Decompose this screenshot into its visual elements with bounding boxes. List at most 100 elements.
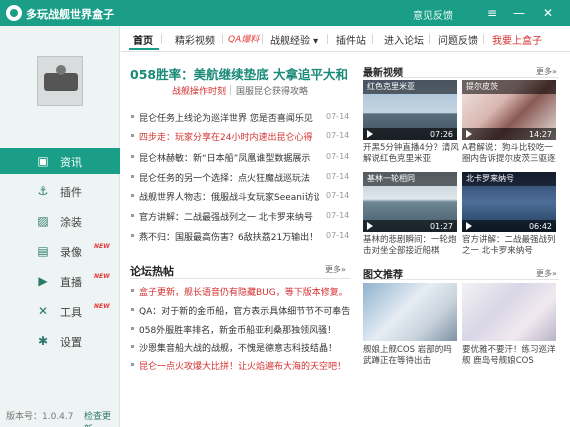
tab-videos[interactable]: 精彩视频 [175,32,215,47]
news-item[interactable]: 战舰世界人物志：俄服战斗女玩家Seeani访谈 07-14 [130,189,350,205]
tab-feedback[interactable]: 问题反馈 [438,32,478,47]
bullet-icon [131,289,134,292]
tab-plugins[interactable]: 插件站 [336,32,366,47]
tab-separator [429,34,430,44]
news-item[interactable]: 昆仑任务的另一个选择：点火狂魔战巡玩法 07-14 [130,170,350,186]
forum-post[interactable]: QA：对于新的金币船，官方表示具体细节节不可奉告！ [130,303,352,319]
tab-separator [372,34,373,44]
tab-home[interactable]: 首页 [133,32,153,47]
videos-more-link[interactable]: 更多» [536,66,557,77]
video-thumbnail: 基林一轮相同 01:27 [363,172,457,232]
sidebar-item-tools[interactable]: ✕ 工具 NEW [0,298,120,324]
tab-separator [222,34,223,44]
images-more-link[interactable]: 更多» [536,268,557,279]
divider [363,279,559,280]
image-caption: 要优雅不要汗！练习巡洋舰 鹿岛号舰娘COS [462,345,556,366]
avatar[interactable] [37,56,83,106]
news-title: 昆仑林赫敏：新“日本船”凤凰谁型数据展示 [139,154,311,164]
video-strip-title: 红色克里米亚 [363,80,457,94]
tab-separator [327,34,328,44]
video-thumbnail: 提尔皮茨 14:27 [462,80,556,140]
play-icon [466,222,472,230]
news-icon: ▣ [37,154,49,168]
bullet-icon [131,134,134,137]
news-title: 昆仑任务的另一个选择：点火狂魔战巡玩法 [139,174,311,184]
new-badge: NEW [94,243,110,250]
bullet-icon [131,194,134,197]
forum-post[interactable]: 昆仑一点火攻爆大比拼！让火焰遍布大海的天空吧！ [130,358,352,374]
check-update-link[interactable]: 检查更新 [84,409,119,427]
divider [363,77,559,78]
sidebar-item-live[interactable]: ▶ 直播 NEW [0,268,120,294]
video-icon: ▤ [37,244,49,258]
new-badge: NEW [94,303,110,310]
news-item[interactable]: 昆仑林赫敏：新“日本船”凤凰谁型数据展示 07-14 [130,150,350,166]
feedback-link[interactable]: 意见反馈 [413,7,453,22]
app-logo-icon [6,5,22,21]
new-badge: NEW [94,273,110,280]
news-title: 官方讲解：二战最强战列之一 北卡罗来纳号 [139,213,313,223]
bullet-icon [131,308,134,311]
video-caption: A君解说：狗斗比较吃一圈内告诉提尔皮茨三驱逐 [462,143,556,164]
tools-icon: ✕ [37,304,49,318]
image-thumbnail [462,283,556,341]
close-icon[interactable]: ✕ [540,5,556,21]
tab-separator [262,34,263,44]
image-caption: 舰娘上舰COS 岩部的吗武蹲正在等待出击 [363,345,452,366]
bullet-icon [131,234,134,237]
sidebar-item-paint[interactable]: ▨ 涂装 [0,208,120,234]
forum-post-title: 058外服胜率排名，新金币船亚利桑那独领风骚！ [139,326,337,336]
sidebar: ▣ 资讯 ⚓ 插件 ▨ 涂装 ▤ 录像 NEW ▶ 直播 NEW ✕ 工具 NE… [0,26,120,427]
window-title: 多玩战舰世界盒子 [26,8,114,21]
tab-join-box[interactable]: 我要上盒子 [492,32,542,47]
tab-forum[interactable]: 进入论坛 [384,32,424,47]
forum-post[interactable]: 沙恩集音船大战的战舰，不愧是德意志科技结晶！ [130,340,352,356]
tab-qa[interactable]: QA爆料 [228,32,259,45]
news-item[interactable]: 燕不归：国服最高伤害？6敌扶荔21万输出！ 07-14 [130,229,350,245]
forum-post-title: 昆仑一点火攻爆大比拼！让火焰遍布大海的天空吧！ [139,362,347,372]
headline-title[interactable]: 058胜率：美航继续垫底 大拿追平大和 [130,64,348,83]
headline-sub-link[interactable]: 国服昆仑获得攻略 [236,84,308,97]
menu-icon[interactable]: ≡ [484,5,500,21]
tab-separator [483,34,484,44]
anchor-icon: ⚓ [37,184,49,198]
bullet-icon [131,115,134,118]
video-strip-title: 北卡罗来纳号 [462,172,556,186]
forum-post[interactable]: 盒子更新，舰长语音仍有隐藏BUG，等下版本修复。 [130,284,352,300]
divider [130,278,350,279]
video-strip-title: 提尔皮茨 [462,80,556,94]
forum-section-title: 论坛热帖 [130,265,174,278]
bullet-icon [131,214,134,217]
news-item[interactable]: 官方讲解：二战最强战列之一 北卡罗来纳号 07-14 [130,209,350,225]
bullet-icon [131,327,134,330]
divider [230,85,231,95]
news-title: 战舰世界人物志：俄服战斗女玩家Seeani访谈 [139,193,319,203]
headline-sub-link[interactable]: 战舰操作时刻 [172,84,226,97]
news-date: 07-14 [326,112,350,121]
tab-experience[interactable]: 战舰经验 ▾ [270,32,318,47]
title-bar: 多玩战舰世界盒子 意见反馈 ≡ — ✕ [0,0,570,26]
news-title: 昆仑任务上线论为巡洋世界 您是否喜闻乐见 [139,114,313,124]
sidebar-item-label: 涂装 [60,216,82,229]
play-icon [367,222,373,230]
minimize-icon[interactable]: — [511,5,527,21]
bullet-icon [131,155,134,158]
video-duration: 01:27 [429,222,453,231]
paint-icon: ▨ [37,214,49,228]
video-caption: 官方讲解：二战最强战列之一 北卡罗来纳号 [462,235,556,256]
sidebar-item-news[interactable]: ▣ 资讯 [0,148,120,174]
sidebar-item-video[interactable]: ▤ 录像 NEW [0,238,120,264]
sidebar-item-settings[interactable]: ✱ 设置 [0,328,120,354]
image-thumbnail [363,283,457,341]
active-tab-indicator [129,48,159,50]
play-icon [367,130,373,138]
forum-post-title: 沙恩集音船大战的战舰，不愧是德意志科技结晶！ [139,344,338,354]
forum-more-link[interactable]: 更多» [325,264,346,275]
video-duration: 14:27 [528,130,552,139]
bullet-icon [131,363,134,366]
news-item[interactable]: 四步走：玩家分享在24小时内速出昆仑心得 07-14 [130,129,350,145]
sidebar-item-plugins[interactable]: ⚓ 插件 [0,178,120,204]
news-item[interactable]: 昆仑任务上线论为巡洋世界 您是否喜闻乐见 07-14 [130,110,350,126]
forum-post[interactable]: 058外服胜率排名，新金币船亚利桑那独领风骚！ [130,322,352,338]
video-caption: 开黑5分钟直播4分？清风解说红色克里米亚 [363,143,459,164]
